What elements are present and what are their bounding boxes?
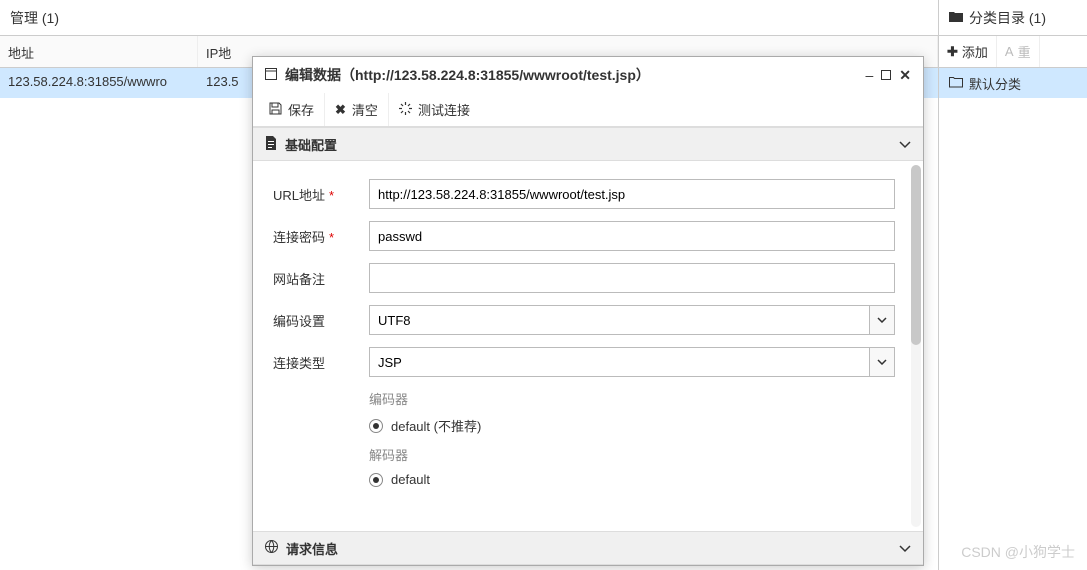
category-panel-title: 分类目录 (1)	[939, 0, 1087, 36]
encoding-dropdown-button[interactable]	[869, 305, 895, 335]
url-input[interactable]	[369, 179, 895, 209]
save-button[interactable]: 保存	[259, 93, 325, 126]
text-icon: A	[1005, 44, 1014, 59]
chevron-down-icon	[899, 541, 911, 556]
dialog-titlebar[interactable]: 编辑数据（http://123.58.224.8:31855/wwwroot/t…	[253, 57, 923, 93]
form-body: URL地址* 连接密码* 网站备注 编码设置	[253, 161, 923, 531]
save-label: 保存	[288, 100, 314, 119]
scrollbar-thumb[interactable]	[911, 165, 921, 345]
request-info-section-header[interactable]: 请求信息	[253, 531, 923, 565]
add-label: 添加	[962, 42, 988, 61]
edit-data-dialog: 编辑数据（http://123.58.224.8:31855/wwwroot/t…	[252, 56, 924, 566]
encoder-option-default[interactable]: default (不推荐)	[369, 416, 895, 435]
decoder-option-label: default	[391, 472, 430, 487]
close-icon: ✖	[335, 102, 346, 118]
encoding-select[interactable]	[369, 305, 895, 335]
minimize-button[interactable]: –	[865, 67, 873, 83]
cell-url: 123.58.224.8:31855/wwwro	[0, 68, 198, 98]
decoder-option-default[interactable]: default	[369, 472, 895, 487]
loading-icon	[399, 102, 412, 118]
password-label: 连接密码*	[273, 227, 369, 246]
save-icon	[269, 102, 282, 118]
add-category-button[interactable]: ✚ 添加	[939, 36, 997, 67]
clear-button[interactable]: ✖ 清空	[325, 93, 389, 126]
radio-icon	[369, 419, 383, 433]
type-select[interactable]	[369, 347, 895, 377]
test-connection-button[interactable]: 测试连接	[389, 93, 480, 126]
maximize-button[interactable]	[881, 67, 891, 83]
basic-config-section-header[interactable]: 基础配置	[253, 127, 923, 161]
chevron-down-icon	[877, 317, 887, 323]
type-label: 连接类型	[273, 353, 369, 372]
test-label: 测试连接	[418, 100, 470, 119]
tree-item-label: 默认分类	[969, 74, 1021, 93]
dialog-toolbar: 保存 ✖ 清空 测试连接	[253, 93, 923, 127]
encoder-sublabel: 编码器	[369, 389, 895, 408]
window-controls: – ✕	[865, 67, 911, 84]
note-input[interactable]	[369, 263, 895, 293]
url-label: URL地址*	[273, 185, 369, 204]
document-icon	[265, 136, 277, 153]
section-title: 基础配置	[285, 135, 337, 154]
encoder-option-label: default (不推荐)	[391, 416, 481, 435]
folder-outline-icon	[949, 76, 963, 91]
note-label: 网站备注	[273, 269, 369, 288]
category-tree-item[interactable]: 默认分类	[939, 68, 1087, 98]
category-title-text: 分类目录 (1)	[969, 8, 1046, 28]
browser-icon	[265, 540, 278, 556]
clear-label: 清空	[352, 100, 378, 119]
encoding-label: 编码设置	[273, 311, 369, 330]
folder-icon	[949, 10, 963, 26]
decoder-sublabel: 解码器	[369, 445, 895, 464]
rename-label: 重	[1018, 42, 1031, 61]
rename-category-button[interactable]: A 重	[997, 36, 1040, 67]
password-input[interactable]	[369, 221, 895, 251]
radio-icon	[369, 473, 383, 487]
dialog-title-text: 编辑数据（http://123.58.224.8:31855/wwwroot/t…	[285, 65, 857, 85]
type-dropdown-button[interactable]	[869, 347, 895, 377]
chevron-down-icon	[899, 137, 911, 152]
category-toolbar: ✚ 添加 A 重	[939, 36, 1087, 68]
plus-icon: ✚	[947, 44, 958, 60]
chevron-down-icon	[877, 359, 887, 365]
category-panel: 分类目录 (1) ✚ 添加 A 重 默认分类	[939, 0, 1087, 570]
close-button[interactable]: ✕	[899, 67, 911, 84]
window-icon	[265, 67, 277, 83]
main-panel-title: 管理 (1)	[0, 0, 938, 36]
section-title: 请求信息	[286, 539, 338, 558]
column-url[interactable]: 地址	[0, 36, 198, 67]
